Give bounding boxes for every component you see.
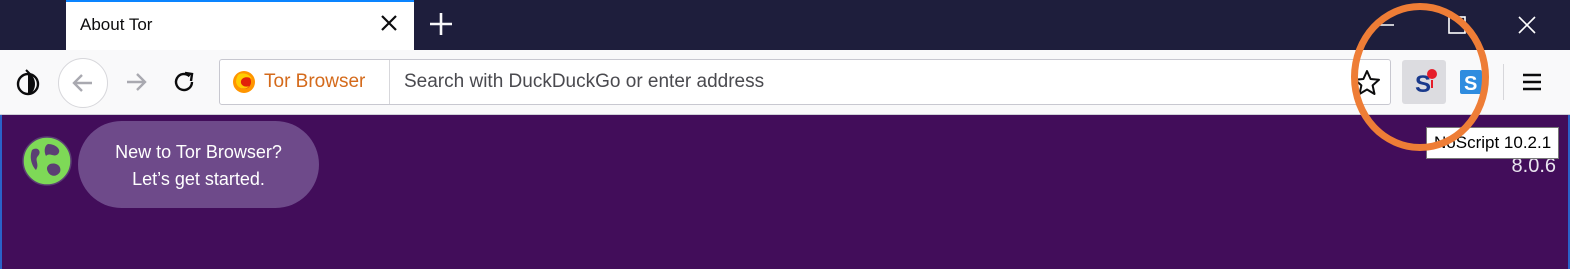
tor-button[interactable]	[8, 62, 48, 102]
noscript-icon: S	[1415, 69, 1437, 98]
maximize-window-icon[interactable]	[1434, 8, 1480, 42]
tor-onion-icon	[16, 69, 40, 96]
title-bar: About Tor	[0, 0, 1570, 52]
hamburger-menu-icon	[1523, 73, 1541, 91]
toolbar-separator	[1503, 64, 1504, 100]
url-input[interactable]	[404, 64, 1344, 100]
noscript-button[interactable]: S	[1402, 60, 1446, 104]
forward-button[interactable]	[116, 62, 156, 102]
extension-button[interactable]: S	[1452, 62, 1492, 102]
reload-icon	[174, 71, 194, 92]
onboarding-line-2: Let’s get started.	[132, 169, 265, 189]
onboarding-line-1: New to Tor Browser?	[115, 142, 282, 162]
firefox-logo-icon	[233, 71, 255, 93]
identity-label: Tor Browser	[264, 71, 366, 92]
tab-about-tor[interactable]: About Tor	[66, 0, 414, 52]
forward-arrow-icon	[127, 73, 147, 91]
minimize-window-icon[interactable]	[1362, 8, 1408, 42]
globe-icon[interactable]	[22, 136, 72, 186]
reload-button[interactable]	[164, 62, 204, 102]
back-arrow-icon	[72, 74, 92, 92]
url-bar[interactable]: Tor Browser	[219, 59, 1391, 105]
navigation-toolbar: Tor Browser S S	[0, 50, 1570, 115]
close-tab-icon[interactable]	[378, 12, 400, 34]
onboarding-bubble[interactable]: New to Tor Browser? Let’s get started.	[78, 121, 319, 208]
close-window-icon[interactable]	[1504, 8, 1550, 42]
back-button[interactable]	[58, 58, 108, 108]
menu-button[interactable]	[1512, 62, 1552, 102]
star-icon[interactable]	[1352, 68, 1382, 98]
identity-box[interactable]: Tor Browser	[220, 60, 390, 104]
new-tab-icon[interactable]	[425, 8, 457, 40]
noscript-tooltip: NoScript 10.2.1	[1426, 127, 1560, 159]
svg-text:S: S	[1464, 73, 1477, 95]
tab-title: About Tor	[80, 15, 153, 34]
extension-s-icon: S	[1460, 70, 1485, 95]
